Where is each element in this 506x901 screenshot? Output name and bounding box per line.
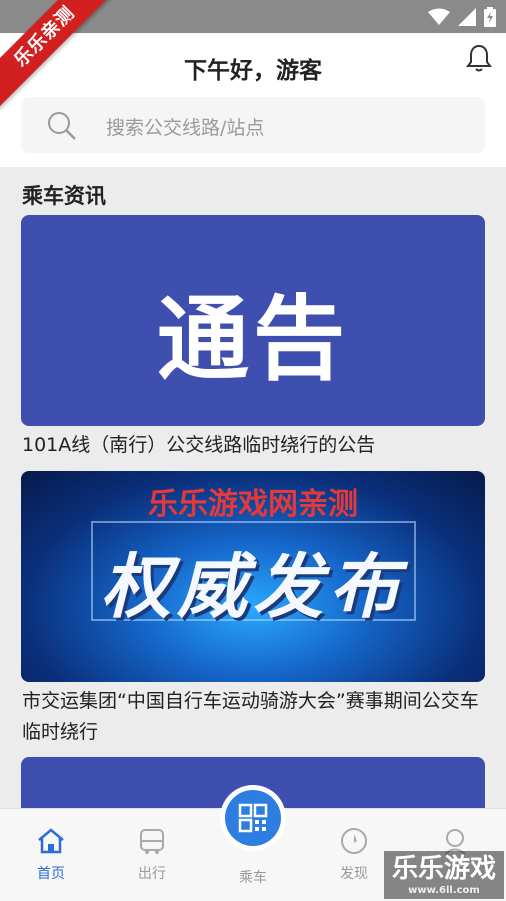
- header: 下午好，游客 搜索公交线路/站点: [0, 33, 506, 167]
- status-icons: [428, 7, 496, 27]
- qr-code-icon: [238, 803, 268, 833]
- search-icon: [48, 112, 76, 140]
- tab-travel[interactable]: 出行: [122, 827, 182, 883]
- brand-watermark: 乐乐游戏 www.6ll.com: [384, 851, 504, 899]
- app-screen: 乐乐亲测 下午好，游客 搜索公交线路/站点 乘车资讯 通告 101A线（南行）公…: [0, 0, 506, 901]
- ride-qr-button[interactable]: [220, 785, 286, 851]
- section-title: 乘车资讯: [22, 184, 106, 208]
- news-image-text: 权威发布: [101, 546, 405, 628]
- tab-label: 出行: [138, 866, 166, 882]
- watermark-overlay: 乐乐游戏网亲测: [148, 487, 358, 522]
- tab-label: 首页: [37, 866, 65, 882]
- news-title-2[interactable]: 市交运集团“中国自行车运动骑游大会”赛事期间公交车临时绕行: [22, 686, 486, 748]
- tab-home[interactable]: 首页: [21, 827, 81, 883]
- brand-watermark-text: 乐乐游戏: [391, 854, 496, 884]
- greeting-title: 下午好，游客: [184, 58, 322, 84]
- news-image-1[interactable]: 通告: [21, 215, 485, 426]
- tab-label: 发现: [340, 866, 368, 882]
- battery-icon: [484, 7, 496, 27]
- news-title-1[interactable]: 101A线（南行）公交线路临时绕行的公告: [22, 430, 486, 461]
- tab-label-ride[interactable]: 乘车: [222, 867, 284, 887]
- home-icon: [38, 828, 64, 854]
- tab-discover[interactable]: 发现: [324, 827, 384, 883]
- brand-watermark-url: www.6ll.com: [408, 885, 480, 896]
- search-placeholder: 搜索公交线路/站点: [106, 117, 265, 139]
- news-image-text: 通告: [156, 285, 349, 393]
- wifi-icon: [428, 8, 450, 25]
- signal-icon: [458, 8, 476, 26]
- news-image-2[interactable]: 乐乐游戏网亲测 权威发布: [21, 471, 485, 682]
- bus-icon: [140, 829, 164, 854]
- bell-icon[interactable]: [464, 43, 494, 73]
- ride-qr-button-inner: [225, 790, 281, 846]
- compass-icon: [341, 828, 367, 854]
- search-input[interactable]: 搜索公交线路/站点: [21, 97, 485, 153]
